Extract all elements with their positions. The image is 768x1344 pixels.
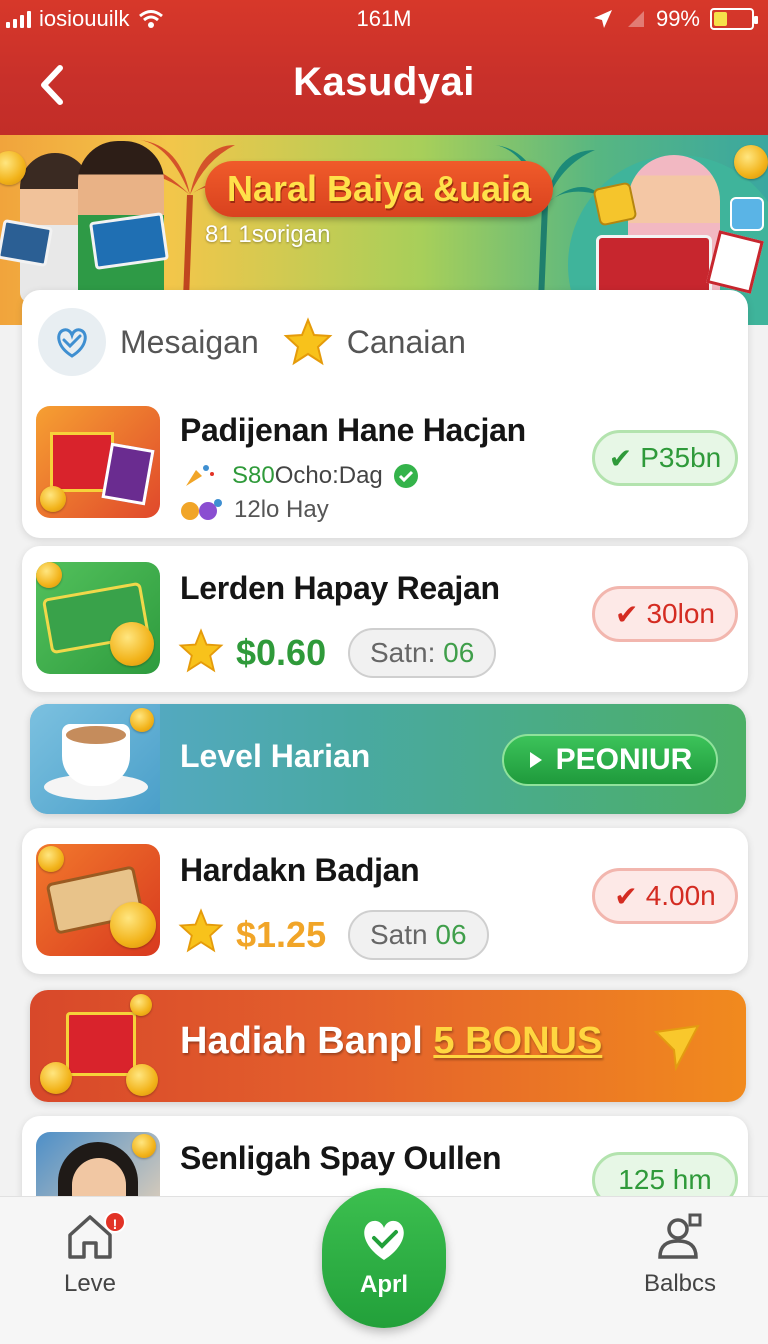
status-pill-label: 30lon bbox=[646, 598, 715, 629]
item-chip: Satn 06 bbox=[348, 910, 489, 960]
bonus-highlight: 5 BONUS bbox=[433, 1020, 603, 1062]
tab-mesaigan[interactable]: Mesaigan bbox=[120, 324, 259, 361]
battery-fill bbox=[714, 12, 727, 26]
coin-icon bbox=[130, 708, 154, 732]
top-bar: iosiouuilk 161M 99% Kasudyai bbox=[0, 0, 768, 135]
coin-icon bbox=[126, 1064, 158, 1096]
battery-percent: 99% bbox=[655, 6, 700, 31]
item-meta-row: S80 Ocho:Dag bbox=[182, 462, 419, 490]
coin-icon bbox=[40, 486, 66, 512]
item-meta-text: Ocho:Dag bbox=[274, 462, 383, 489]
banner-subtitle: 81 1sorigan bbox=[205, 221, 331, 248]
item-price: $0.60 bbox=[236, 632, 327, 673]
play-icon bbox=[529, 752, 542, 768]
coin-icon bbox=[40, 1062, 72, 1094]
status-pill[interactable]: ✔ 4.00n bbox=[592, 868, 738, 924]
battery-icon bbox=[710, 8, 758, 30]
coin-icon bbox=[36, 562, 62, 588]
check-icon: ✔ bbox=[608, 442, 633, 474]
gift-thumbnail[interactable] bbox=[36, 406, 160, 518]
tabs-card: Mesaigan Canaian Padijenan Hane Hacjan S… bbox=[22, 290, 748, 538]
coin-icon bbox=[130, 994, 152, 1016]
nav-profile-label: Balbcs bbox=[643, 1270, 717, 1297]
nav-home[interactable]: ! Leve bbox=[40, 1211, 140, 1298]
item-price: $1.25 bbox=[236, 914, 327, 955]
chip-value: 06 bbox=[443, 637, 475, 668]
status-pill-label: 125 hm bbox=[618, 1164, 712, 1195]
balls-icon bbox=[181, 499, 222, 520]
party-popper-icon bbox=[186, 465, 214, 486]
level-label: Level Harian bbox=[180, 738, 371, 774]
book-icon bbox=[89, 212, 169, 270]
nav-center-label: Aprl bbox=[360, 1271, 408, 1298]
item-meta-value: S80 bbox=[232, 462, 275, 489]
bonus-card[interactable]: Hadiah Banpl 5 BONUS bbox=[30, 990, 746, 1102]
tabs-row: Mesaigan Canaian bbox=[38, 306, 466, 378]
status-right: 99% bbox=[592, 6, 758, 32]
coffee-thumbnail bbox=[30, 704, 160, 814]
premium-button[interactable]: PEONIUR bbox=[502, 734, 718, 786]
heart-hand-icon[interactable] bbox=[38, 308, 106, 376]
item-meta-row-2: 12lo Hay bbox=[180, 496, 329, 524]
coin-icon bbox=[132, 1134, 156, 1158]
bonus-label: Hadiah Banpl bbox=[180, 1020, 423, 1062]
page-title: Kasudyai bbox=[293, 60, 475, 104]
chip-value: 06 bbox=[435, 919, 467, 950]
level-card[interactable]: Level Harian PEONIUR bbox=[30, 704, 746, 814]
gift-icon bbox=[730, 197, 764, 231]
status-pill[interactable]: ✔ P35bn bbox=[592, 430, 738, 486]
tab-canaian[interactable]: Canaian bbox=[347, 324, 466, 361]
user-icon bbox=[658, 1213, 702, 1259]
check-circle-icon bbox=[393, 464, 418, 488]
status-pill-label: 4.00n bbox=[645, 880, 716, 911]
notification-badge: ! bbox=[104, 1211, 126, 1233]
status-bar: iosiouuilk 161M 99% bbox=[0, 0, 768, 36]
send-arrow-icon[interactable] bbox=[650, 1020, 704, 1074]
heart-check-icon bbox=[364, 1220, 404, 1260]
status-pill-label: P35bn bbox=[640, 442, 722, 473]
chip-label: Satn: bbox=[370, 637, 436, 668]
chip-label: Satn bbox=[370, 919, 428, 950]
coin-icon bbox=[38, 846, 64, 872]
star-icon bbox=[178, 908, 224, 953]
gift-icon bbox=[592, 181, 638, 227]
premium-button-label: PEONIUR bbox=[555, 743, 693, 776]
item-card[interactable]: Lerden Hapay Reajan $0.60 Satn: 06 ✔ 30l… bbox=[22, 546, 748, 692]
signal-strength-icon bbox=[627, 11, 644, 27]
banner-title: Naral Baiya &uaia bbox=[205, 161, 554, 217]
check-icon: ✔ bbox=[614, 880, 638, 912]
item-title: Lerden Hapay Reajan bbox=[180, 570, 500, 606]
gift-box-icon bbox=[66, 1012, 136, 1076]
item-meta-duration: 12lo Hay bbox=[234, 496, 329, 523]
nav-profile[interactable]: Balbcs bbox=[630, 1211, 730, 1298]
coin-icon bbox=[734, 145, 768, 179]
coin-icon bbox=[110, 902, 156, 948]
coupon-thumbnail bbox=[36, 562, 160, 674]
coffee-foam-icon bbox=[66, 726, 126, 744]
check-icon: ✔ bbox=[615, 598, 639, 630]
photo-icon bbox=[101, 442, 155, 506]
gift-thumbnail bbox=[30, 990, 170, 1102]
item-title: Padijenan Hane Hacjan bbox=[180, 412, 526, 448]
book-icon bbox=[596, 235, 712, 297]
item-chip: Satn: 06 bbox=[348, 628, 497, 678]
item-title: Hardakn Badjan bbox=[180, 852, 420, 888]
nav-center-button[interactable]: Aprl bbox=[322, 1188, 446, 1328]
item-title: Senligah Spay Oullen bbox=[180, 1140, 502, 1176]
book-icon bbox=[0, 218, 54, 268]
coin-icon bbox=[110, 622, 154, 666]
location-arrow-icon bbox=[593, 10, 612, 28]
star-icon bbox=[283, 317, 333, 366]
coupon-thumbnail bbox=[36, 844, 160, 956]
item-card[interactable]: Hardakn Badjan $1.25 Satn 06 ✔ 4.00n bbox=[22, 828, 748, 974]
status-pill[interactable]: ✔ 30lon bbox=[592, 586, 738, 642]
nav-home-label: Leve bbox=[63, 1270, 117, 1297]
bonus-text: Hadiah Banpl 5 BONUS bbox=[180, 1020, 602, 1063]
star-icon bbox=[178, 628, 224, 673]
